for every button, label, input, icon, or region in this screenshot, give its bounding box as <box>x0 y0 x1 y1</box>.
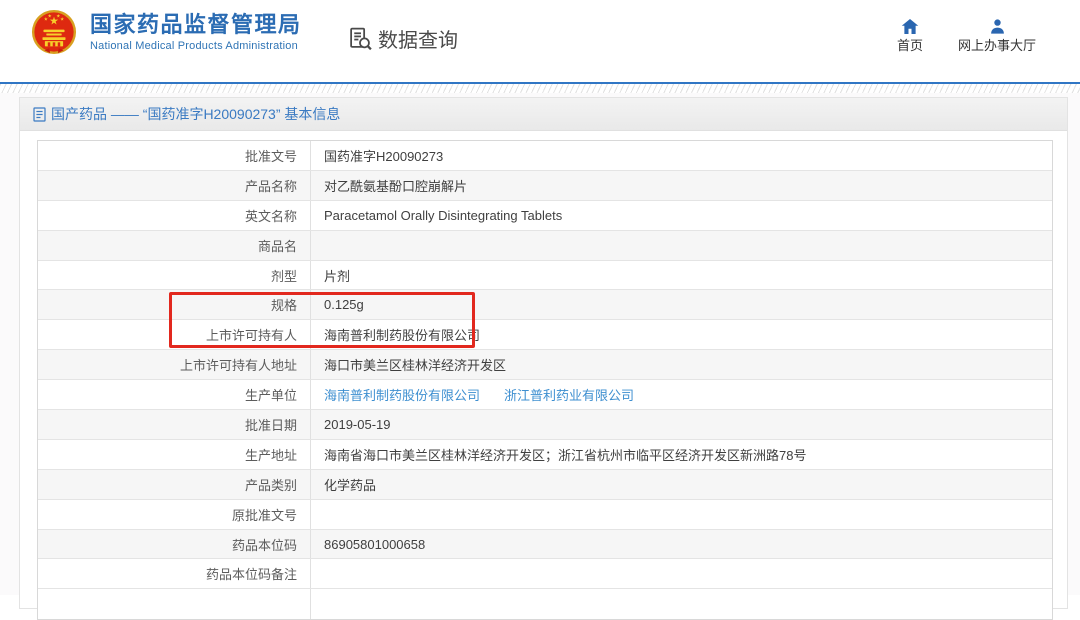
table-row: 生产地址海南省海口市美兰区桂林洋经济开发区；浙江省杭州市临平区经济开发区新洲路7… <box>38 440 1052 470</box>
row-label: 产品名称 <box>38 171 311 200</box>
row-value: 海口市美兰区桂林洋经济开发区 <box>311 350 1052 379</box>
row-label: 生产地址 <box>38 440 311 469</box>
data-query-label: 数据查询 <box>378 24 458 53</box>
row-label: 产品类别 <box>38 470 311 499</box>
table-row-partial <box>38 589 1052 619</box>
row-value: 化学药品 <box>311 470 1052 499</box>
row-value: 海南普利制药股份有限公司 <box>311 320 1052 349</box>
home-icon <box>885 17 935 35</box>
row-label: 上市许可持有人 <box>38 320 311 349</box>
row-label: 剂型 <box>38 261 311 290</box>
info-table: 批准文号国药准字H20090273产品名称对乙酰氨基酚口腔崩解片英文名称Para… <box>37 140 1053 620</box>
row-label: 英文名称 <box>38 201 311 230</box>
row-value: 86905801000658 <box>311 530 1052 559</box>
nmpa-emblem-logo[interactable] <box>31 9 77 55</box>
row-value: 对乙酰氨基酚口腔崩解片 <box>311 171 1052 200</box>
user-icon <box>955 17 1039 35</box>
table-row: 商品名 <box>38 231 1052 261</box>
document-search-icon <box>348 26 373 51</box>
row-value <box>311 500 1052 529</box>
row-value: 海南省海口市美兰区桂林洋经济开发区；浙江省杭州市临平区经济开发区新洲路78号 <box>311 440 1052 469</box>
data-query-section: 数据查询 <box>348 24 458 53</box>
table-row: 批准日期2019-05-19 <box>38 410 1052 440</box>
table-row: 上市许可持有人地址海口市美兰区桂林洋经济开发区 <box>38 350 1052 380</box>
hatch-band <box>0 84 1080 93</box>
row-label: 生产单位 <box>38 380 311 409</box>
row-label: 批准文号 <box>38 141 311 170</box>
row-value <box>311 559 1052 588</box>
site-header: 国家药品监督管理局 National Medical Products Admi… <box>0 0 1080 82</box>
table-row: 药品本位码备注 <box>38 559 1052 589</box>
row-label: 药品本位码 <box>38 530 311 559</box>
manufacturer-link[interactable]: 浙江普利药业有限公司 <box>504 385 634 404</box>
row-label: 批准日期 <box>38 410 311 439</box>
row-label: 上市许可持有人地址 <box>38 350 311 379</box>
nav-home[interactable]: 首页 <box>885 17 935 55</box>
table-row: 产品名称对乙酰氨基酚口腔崩解片 <box>38 171 1052 201</box>
row-value: 片剂 <box>311 261 1052 290</box>
row-value: 0.125g <box>311 290 1052 319</box>
panel-title: 国产药品 —— “国药准字H20090273” 基本信息 <box>51 104 340 124</box>
brand-text: 国家药品监督管理局 National Medical Products Admi… <box>90 13 302 52</box>
national-emblem-icon <box>31 9 77 55</box>
row-label <box>38 589 311 619</box>
row-label: 药品本位码备注 <box>38 559 311 588</box>
row-value: 国药准字H20090273 <box>311 141 1052 170</box>
nav-home-label: 首页 <box>897 38 923 53</box>
table-row: 剂型片剂 <box>38 261 1052 291</box>
info-panel: 国产药品 —— “国药准字H20090273” 基本信息 批准文号国药准字H20… <box>19 97 1068 609</box>
row-value: 2019-05-19 <box>311 410 1052 439</box>
table-row: 原批准文号 <box>38 500 1052 530</box>
table-row: 生产单位海南普利制药股份有限公司 浙江普利药业有限公司 <box>38 380 1052 410</box>
nav-service-hall[interactable]: 网上办事大厅 <box>955 17 1039 55</box>
row-value: 海南普利制药股份有限公司 浙江普利药业有限公司 <box>311 380 1052 409</box>
table-row: 英文名称Paracetamol Orally Disintegrating Ta… <box>38 201 1052 231</box>
row-label: 规格 <box>38 290 311 319</box>
document-icon <box>33 107 46 122</box>
nav-service-hall-label: 网上办事大厅 <box>958 38 1036 53</box>
table-row: 产品类别化学药品 <box>38 470 1052 500</box>
brand-title: 国家药品监督管理局 <box>90 13 302 37</box>
table-row: 规格0.125g <box>38 290 1052 320</box>
row-label: 商品名 <box>38 231 311 260</box>
table-row: 批准文号国药准字H20090273 <box>38 141 1052 171</box>
manufacturer-link[interactable]: 海南普利制药股份有限公司 <box>324 385 480 404</box>
table-row: 上市许可持有人海南普利制药股份有限公司 <box>38 320 1052 350</box>
table-row: 药品本位码86905801000658 <box>38 530 1052 560</box>
panel-title-bar: 国产药品 —— “国药准字H20090273” 基本信息 <box>20 98 1067 131</box>
row-label: 原批准文号 <box>38 500 311 529</box>
row-value <box>311 231 1052 260</box>
row-value <box>311 589 1052 619</box>
row-value: Paracetamol Orally Disintegrating Tablet… <box>311 201 1052 230</box>
brand-subtitle: National Medical Products Administration <box>90 40 302 52</box>
